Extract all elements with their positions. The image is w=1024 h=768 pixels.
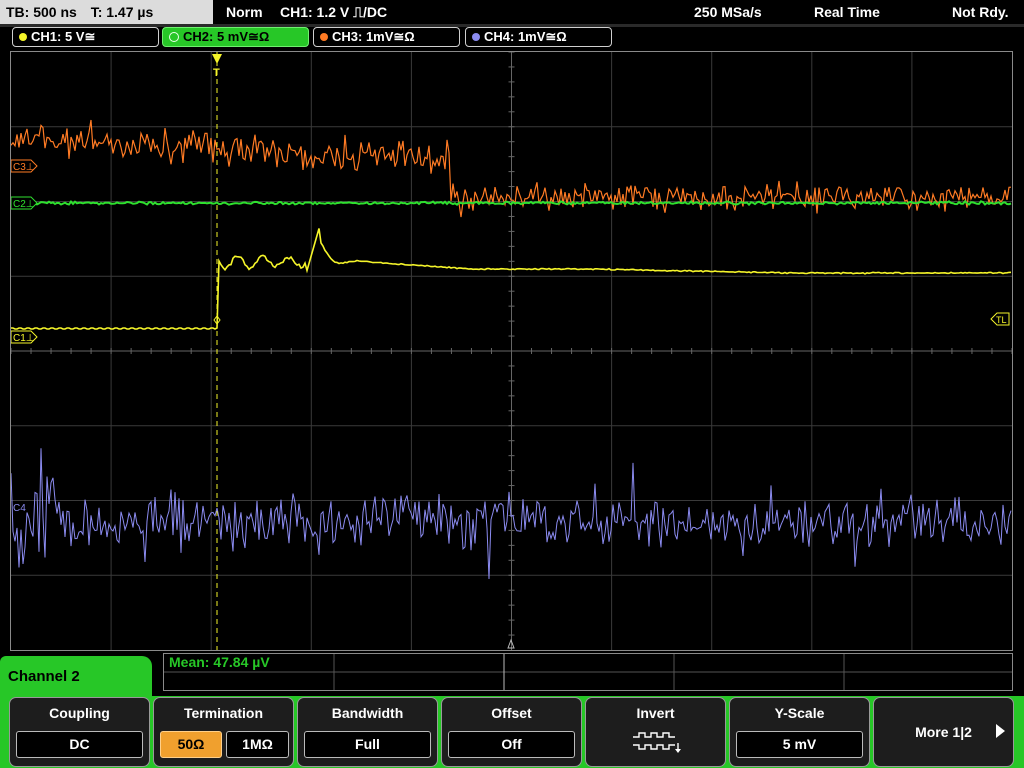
channel-tab-ch2[interactable]: CH2: 5 mV≅Ω <box>162 27 309 47</box>
status-bar: TB: 500 ns T: 1.47 µs Norm CH1: 1.2 V ⎍/… <box>0 0 1024 24</box>
measurement-mean: Mean: 47.84 µV <box>169 654 270 670</box>
termination-softkey[interactable]: Termination 50Ω 1MΩ <box>153 697 294 767</box>
invert-square-wave-icon <box>633 732 681 753</box>
c2-marker-label: C2⊥ <box>13 199 35 210</box>
trigger-marker[interactable]: T <box>212 54 222 79</box>
c3-marker-label: C3⊥ <box>13 162 35 173</box>
timebase-box[interactable]: TB: 500 ns T: 1.47 µs <box>0 0 213 24</box>
offset-value[interactable]: Off <box>448 731 575 758</box>
termination-1mohm-option[interactable]: 1MΩ <box>226 731 289 758</box>
c2-offset-marker[interactable]: C2⊥ <box>11 196 38 210</box>
ch2-label: CH2: 5 mV≅Ω <box>183 29 270 44</box>
channel-tabs: CH1: 5 V≅ CH2: 5 mV≅Ω CH3: 1mV≅Ω CH4: 1m… <box>0 27 1024 49</box>
menu-title-tab: Channel 2 <box>0 656 152 698</box>
coupling-softkey[interactable]: Coupling DC <box>9 697 150 767</box>
invert-softkey[interactable]: Invert <box>585 697 726 767</box>
ch2-color-dot <box>169 31 179 42</box>
ch4-label: CH4: 1mV≅Ω <box>484 29 567 44</box>
c4-offset-marker[interactable]: C4 <box>13 503 26 514</box>
ch4-color-dot <box>472 32 480 41</box>
c4-marker-label: C4 <box>13 503 26 514</box>
more-title: More 1|2 <box>915 724 972 740</box>
ch1-color-dot <box>19 32 27 41</box>
menu-title: Channel 2 <box>8 668 80 685</box>
acquisition-mode: Real Time <box>814 4 880 20</box>
ch3-label: CH3: 1mV≅Ω <box>332 29 415 44</box>
yscale-title: Y-Scale <box>774 705 825 721</box>
yscale-softkey[interactable]: Y-Scale 5 mV <box>729 697 870 767</box>
more-softkey[interactable]: More 1|2 <box>873 697 1014 767</box>
trigger-level-marker[interactable]: TL <box>990 312 1010 326</box>
trigger-mode[interactable]: Norm <box>226 0 263 24</box>
invert-title: Invert <box>636 705 675 721</box>
bandwidth-softkey[interactable]: Bandwidth Full <box>297 697 438 767</box>
channel-tab-ch1[interactable]: CH1: 5 V≅ <box>12 27 159 47</box>
channel-tab-ch3[interactable]: CH3: 1mV≅Ω <box>313 27 460 47</box>
trigger-time-value: T: 1.47 µs <box>90 4 154 20</box>
trigger-marker-label: T <box>213 67 220 79</box>
timebase-value: TB: 500 ns <box>6 4 77 20</box>
graticule <box>11 52 1012 650</box>
c1-marker-label: C1⊥ <box>13 333 35 344</box>
ready-state: Not Rdy. <box>952 4 1009 20</box>
ch1-label: CH1: 5 V≅ <box>31 29 96 44</box>
channel-tab-ch4[interactable]: CH4: 1mV≅Ω <box>465 27 612 47</box>
trigger-arrow-icon <box>212 54 222 64</box>
waveform-canvas: T C3⊥ C2⊥ C1⊥ C4 TL <box>11 52 1012 650</box>
coupling-title: Coupling <box>49 705 110 721</box>
measurement-panel: Mean: 47.84 µV <box>163 653 1013 691</box>
c3-offset-marker[interactable]: C3⊥ <box>11 159 38 173</box>
termination-50ohm-option[interactable]: 50Ω <box>160 731 222 758</box>
more-arrow-icon <box>996 724 1005 738</box>
waveform-display[interactable]: T C3⊥ C2⊥ C1⊥ C4 TL <box>10 51 1013 651</box>
trigger-info[interactable]: CH1: 1.2 V ⎍/DC <box>280 0 387 24</box>
bandwidth-value[interactable]: Full <box>304 731 431 758</box>
measurement-grid <box>164 654 1012 690</box>
offset-softkey[interactable]: Offset Off <box>441 697 582 767</box>
bandwidth-title: Bandwidth <box>331 705 404 721</box>
sample-rate: 250 MSa/s <box>694 4 762 20</box>
termination-title: Termination <box>183 705 264 721</box>
offset-title: Offset <box>491 705 532 721</box>
ch3-color-dot <box>320 32 328 41</box>
trigger-level-label: TL <box>996 315 1007 325</box>
yscale-value[interactable]: 5 mV <box>736 731 863 758</box>
coupling-value[interactable]: DC <box>16 731 143 758</box>
c1-offset-marker[interactable]: C1⊥ <box>11 330 38 344</box>
